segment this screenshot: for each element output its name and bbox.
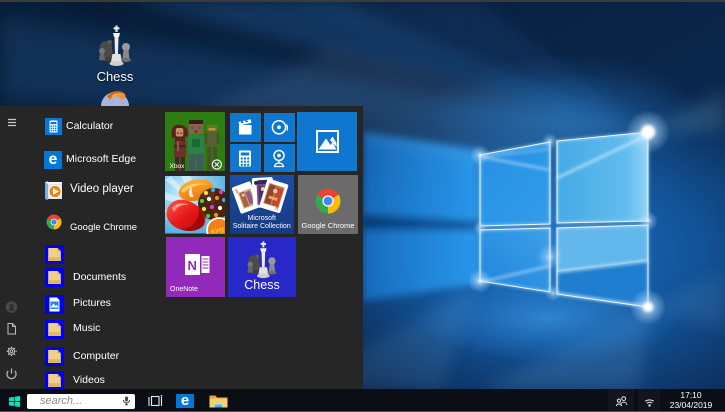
svg-text:Xbox: Xbox <box>170 163 186 170</box>
svg-text:N: N <box>188 258 197 273</box>
